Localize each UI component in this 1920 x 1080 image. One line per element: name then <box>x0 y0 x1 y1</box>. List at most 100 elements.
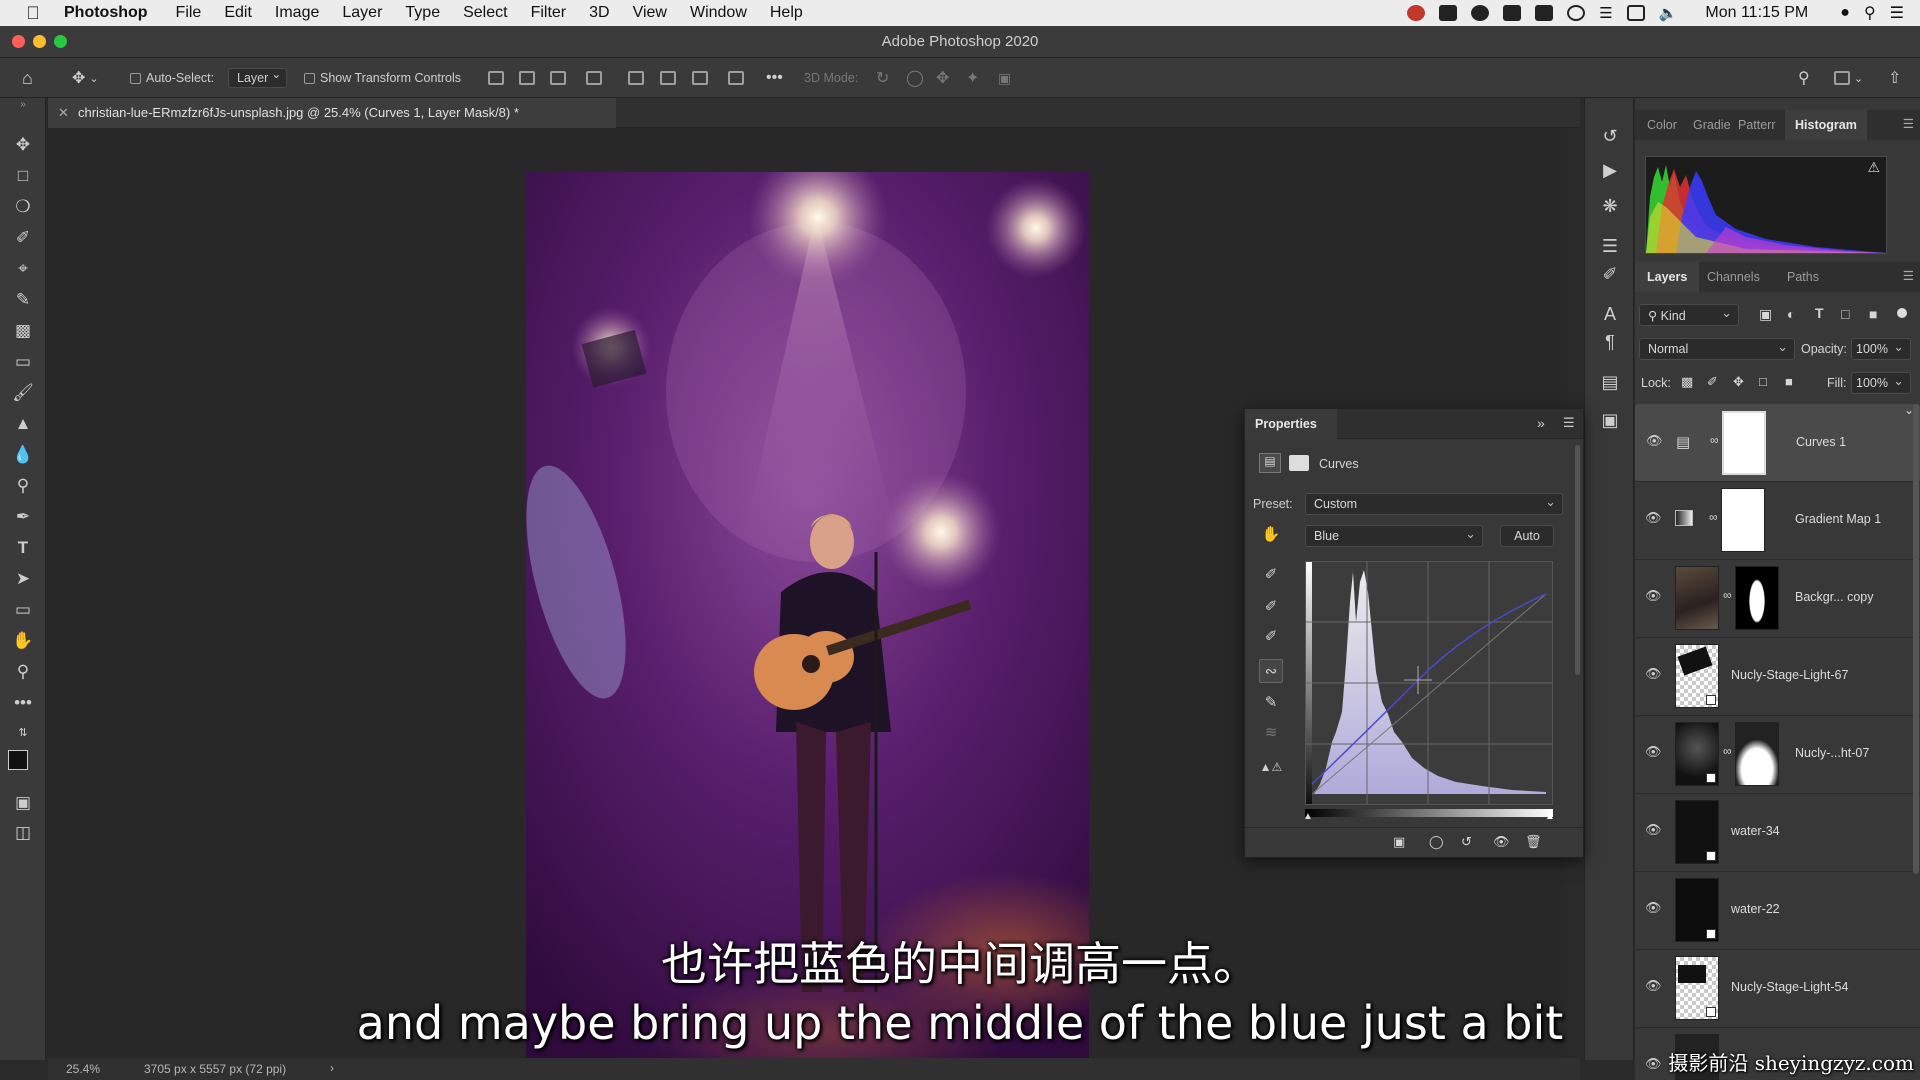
menu-edit[interactable]: Edit <box>224 4 252 22</box>
menu-type[interactable]: Type <box>405 4 440 22</box>
lock-position-icon[interactable]: ✥ <box>1733 374 1744 390</box>
auto-select-dropdown[interactable]: Layer <box>228 66 288 90</box>
distribute-icon[interactable] <box>586 66 602 90</box>
layer-thumbnail[interactable] <box>1675 722 1719 786</box>
eyedropper-tool-icon[interactable]: ✎ <box>10 287 36 313</box>
reset-icon[interactable]: ↺ <box>1461 834 1472 850</box>
menu-help[interactable]: Help <box>770 4 803 22</box>
chain-link-icon[interactable]: ∞ <box>1723 588 1732 602</box>
filter-type-icon[interactable]: T <box>1815 305 1824 321</box>
history-icon[interactable]: ↺ <box>1598 124 1622 148</box>
home-icon[interactable]: ⌂ <box>22 66 33 90</box>
layer-row[interactable]: 👁 ∞ Backgr... copy <box>1635 560 1920 638</box>
document-tab[interactable]: ✕ christian-lue-ERmzfzr6fJs-unsplash.jpg… <box>48 98 616 128</box>
visibility-eye-icon[interactable]: 👁 <box>1645 822 1662 842</box>
notification-center-icon[interactable]: ☰ <box>1890 3 1904 23</box>
layer-row[interactable]: 👁 water-34 <box>1635 794 1920 872</box>
volume-icon[interactable]: 🔈 <box>1659 4 1678 22</box>
crop-tool-icon[interactable]: ⌖ <box>10 256 36 282</box>
filter-pixel-icon[interactable]: ▣ <box>1759 306 1772 323</box>
black-input-slider-icon[interactable]: ▲ <box>1303 811 1313 822</box>
filter-smart-object-icon[interactable]: ■ <box>1869 306 1877 322</box>
layer-thumbnail[interactable] <box>1675 566 1719 630</box>
menu-image[interactable]: Image <box>275 4 319 22</box>
brush-settings-icon[interactable]: ❋ <box>1598 194 1622 218</box>
layer-row[interactable]: 👁 ▤ ∞ Curves 1 <box>1635 404 1920 482</box>
wifi-icon[interactable]: ☰ <box>1599 4 1612 22</box>
layer-mask-thumbnail[interactable] <box>1735 722 1779 786</box>
screen-record-icon[interactable] <box>1535 5 1554 21</box>
lock-all-icon[interactable]: ■ <box>1785 374 1793 389</box>
white-point-eyedropper-icon[interactable]: ✐ <box>1259 625 1283 649</box>
chain-link-icon[interactable]: ∞ <box>1709 510 1718 524</box>
collapse-panel-icon[interactable]: » <box>1537 415 1545 431</box>
tab-color[interactable]: Color <box>1647 110 1677 140</box>
shape-tool-icon[interactable]: ▭ <box>10 597 36 623</box>
brushes-icon[interactable]: ✐ <box>1598 262 1622 286</box>
tab-patterns[interactable]: Patterr <box>1738 110 1776 140</box>
more-options-icon[interactable]: ••• <box>766 66 783 90</box>
menu-view[interactable]: View <box>633 4 667 22</box>
channel-dropdown[interactable]: Blue <box>1305 525 1483 547</box>
targeted-adjust-icon[interactable]: ✋ <box>1259 523 1283 547</box>
tab-histogram[interactable]: Histogram <box>1785 110 1867 140</box>
tab-layers[interactable]: Layers <box>1635 262 1700 292</box>
quick-select-tool-icon[interactable]: ✐ <box>10 225 36 251</box>
properties-title[interactable]: Properties <box>1245 409 1337 439</box>
move-tool-icon[interactable]: ✥ ⌄ <box>72 66 99 90</box>
layers-menu-icon[interactable]: ☰ <box>1903 268 1914 283</box>
menu-filter[interactable]: Filter <box>531 4 567 22</box>
adjustments-icon[interactable]: ☰ <box>1598 234 1622 258</box>
layer-mask-thumbnail[interactable] <box>1722 411 1766 475</box>
layer-row[interactable]: 👁 Nucly-Stage-Light-67 <box>1635 638 1920 716</box>
menu-app[interactable]: Photoshop <box>64 4 148 22</box>
layer-mask-thumbnail[interactable] <box>1735 566 1779 630</box>
align-right-icon[interactable] <box>550 66 566 90</box>
curve-points-icon[interactable]: ∾ <box>1259 659 1283 683</box>
visibility-eye-icon[interactable]: 👁 <box>1645 666 1662 686</box>
fill-input[interactable]: 100% <box>1851 372 1911 394</box>
align-middle-icon[interactable] <box>660 66 676 90</box>
menu-select[interactable]: Select <box>463 4 507 22</box>
document-canvas-image[interactable] <box>526 172 1089 1060</box>
search-icon[interactable]: ⚲ <box>1798 66 1810 90</box>
mask-icon[interactable] <box>1289 455 1309 471</box>
show-transform-checkbox[interactable]: Show Transform Controls <box>304 66 461 90</box>
marquee-tool-icon[interactable]: □ <box>10 163 36 189</box>
white-input-slider-icon[interactable]: ▲ <box>1545 811 1555 822</box>
path-select-tool-icon[interactable]: ➤ <box>10 566 36 592</box>
pencil-draw-icon[interactable]: ✎ <box>1259 691 1283 715</box>
properties-scrollbar[interactable] <box>1575 445 1580 675</box>
auto-select-checkbox[interactable]: Auto-Select: <box>130 66 214 90</box>
pen-tool-icon[interactable]: ✒ <box>10 504 36 530</box>
visibility-eye-icon[interactable]: 👁 <box>1645 588 1662 608</box>
layers-scrollbar[interactable] <box>1913 404 1919 874</box>
properties-menu-icon[interactable]: ☰ <box>1563 415 1575 431</box>
preset-dropdown[interactable]: Custom <box>1305 493 1563 515</box>
chain-link-icon[interactable]: ∞ <box>1723 744 1732 758</box>
close-document-icon[interactable]: ✕ <box>58 105 69 121</box>
menu-layer[interactable]: Layer <box>342 4 382 22</box>
visibility-eye-icon[interactable]: 👁 <box>1645 510 1662 530</box>
layer-thumbnail[interactable] <box>1675 800 1719 864</box>
share-icon[interactable]: ⇧ <box>1888 66 1901 90</box>
quick-mask-icon[interactable]: ▣ <box>10 790 36 816</box>
time-machine-icon[interactable] <box>1567 5 1586 21</box>
apple-menu-icon[interactable]:  <box>22 3 44 24</box>
menu-extra-icon[interactable] <box>1439 5 1458 21</box>
workspace-icon[interactable]: ⌄ <box>1834 66 1863 90</box>
tab-gradients[interactable]: Gradie <box>1693 110 1731 140</box>
status-menu-chevron-icon[interactable]: › <box>330 1061 334 1075</box>
character-icon[interactable]: A <box>1598 302 1622 326</box>
filter-toggle-icon[interactable] <box>1897 308 1907 318</box>
delete-icon[interactable]: 🗑 <box>1525 834 1542 850</box>
align-left-icon[interactable] <box>488 66 504 90</box>
toggle-visibility-icon[interactable]: 👁 <box>1493 834 1510 850</box>
lock-transparent-icon[interactable]: ▩ <box>1681 374 1693 390</box>
curves-graph[interactable] <box>1305 561 1553 805</box>
libraries-icon[interactable]: ▣ <box>1598 408 1622 432</box>
collapse-toolbar-icon[interactable]: » <box>10 100 36 126</box>
move-tool-icon[interactable]: ✥ <box>10 132 36 158</box>
align-top-icon[interactable] <box>628 66 644 90</box>
hand-tool-icon[interactable]: ✋ <box>10 628 36 654</box>
